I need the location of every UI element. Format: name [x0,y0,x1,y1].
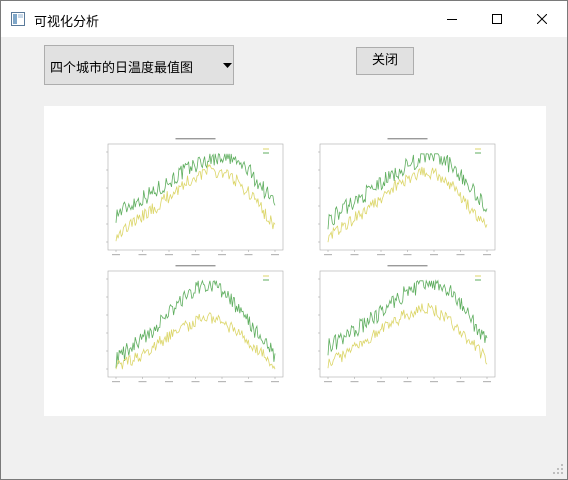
x-tick-label [218,381,226,383]
chart-title-mark [175,265,216,267]
chart-panel-1 [106,138,284,256]
chart-panel-4 [318,265,496,383]
x-tick-label [165,381,173,383]
figure-canvas [44,106,546,416]
title-bar[interactable]: 可视化分析 [1,1,567,37]
window-title: 可视化分析 [34,15,100,30]
x-tick-label [324,381,332,383]
x-tick-label [483,381,491,383]
chart-title-mark [175,138,216,140]
x-tick-label [324,254,332,256]
close-button[interactable]: 关闭 [356,47,414,75]
x-tick-label [138,254,147,256]
x-tick-label [244,381,253,383]
plot-frame [319,270,496,378]
x-tick-label [112,381,120,383]
x-tick-label [244,254,253,256]
x-tick-label [403,254,412,256]
chart-figure [106,138,496,383]
main-window: 可视化分析 四个城市的日温度最值图 关闭 [0,0,568,480]
x-tick-label [377,381,385,383]
x-tick-label [350,254,359,256]
minimize-icon [447,19,457,20]
x-tick-label [191,254,200,256]
x-tick-label [165,254,173,256]
maximize-icon [492,14,502,24]
x-tick-label [112,254,120,256]
x-tick-label [403,381,412,383]
chart-panel-3 [106,265,284,383]
chart-panel-2 [318,138,496,256]
chart-title-mark [387,138,428,140]
window-app-icon [11,12,25,26]
x-tick-label [456,381,465,383]
x-tick-label [271,254,279,256]
x-tick-label [191,381,200,383]
resize-grip-icon[interactable] [552,463,564,475]
minimize-button[interactable] [429,1,475,37]
x-tick-label [483,254,491,256]
close-icon [537,14,547,24]
x-tick-label [430,381,438,383]
x-tick-label [377,254,385,256]
x-tick-label [430,254,438,256]
chart-selector-combobox[interactable]: 四个城市的日温度最值图 [44,45,234,85]
close-window-button[interactable] [519,1,565,37]
chart-title-mark [387,265,428,267]
x-tick-label [350,381,359,383]
x-tick-label [271,381,279,383]
x-tick-label [218,254,226,256]
x-tick-label [138,381,147,383]
chart-selector-value: 四个城市的日温度最值图 [50,61,194,76]
dropdown-arrow-icon [223,63,232,68]
plot-frame [319,143,496,251]
x-tick-label [456,254,465,256]
plot-frame [107,143,284,251]
maximize-button[interactable] [474,1,520,37]
